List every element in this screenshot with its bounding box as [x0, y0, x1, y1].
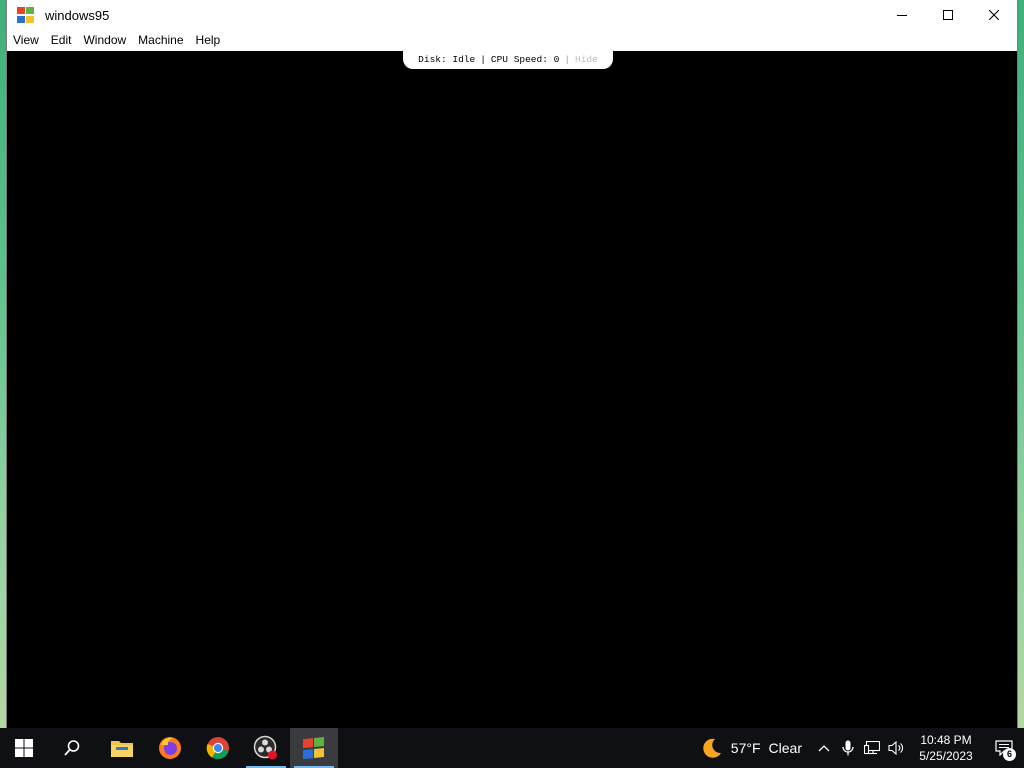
moon-icon [703, 738, 721, 758]
obs-icon [253, 735, 277, 760]
weather-condition: Clear [768, 740, 802, 756]
windows95-logo-icon [17, 7, 35, 23]
microphone-icon [842, 740, 854, 756]
menu-machine[interactable]: Machine [132, 30, 189, 51]
maximize-button[interactable] [925, 0, 971, 30]
system-tray: 57°F Clear 10:48 PM 5/25/2023 6 [701, 728, 1024, 768]
menu-help[interactable]: Help [190, 30, 227, 51]
weather-widget[interactable]: 57°F Clear [701, 737, 802, 759]
show-hidden-icons-button[interactable] [812, 728, 836, 768]
chrome-icon [206, 737, 229, 760]
notification-count-badge: 6 [1003, 748, 1016, 761]
close-icon [989, 10, 999, 20]
firefox-button[interactable] [146, 728, 194, 768]
file-explorer-icon [111, 741, 133, 757]
window-title: windows95 [45, 7, 110, 23]
clock-date: 5/25/2023 [919, 749, 973, 763]
menu-view[interactable]: View [7, 30, 45, 51]
maximize-icon [943, 10, 953, 20]
windows95-app-icon [303, 736, 325, 759]
action-center-button[interactable]: 6 [984, 728, 1024, 768]
file-explorer-button[interactable] [98, 728, 146, 768]
firefox-icon [159, 737, 181, 759]
start-button[interactable] [0, 728, 48, 768]
search-button[interactable] [48, 728, 96, 768]
minimize-icon [897, 15, 907, 16]
windows95-taskbar-button[interactable] [290, 728, 338, 768]
menu-edit[interactable]: Edit [45, 30, 78, 51]
obs-button[interactable] [242, 728, 290, 768]
volume-icon [888, 741, 903, 755]
clock-time: 10:48 PM [920, 733, 972, 747]
windows-start-icon [15, 739, 33, 757]
menu-window[interactable]: Window [77, 30, 132, 51]
network-icon [864, 741, 880, 755]
weather-temperature: 57°F [730, 740, 761, 756]
microphone-button[interactable] [836, 728, 860, 768]
close-button[interactable] [971, 0, 1017, 30]
menu-bar: View Edit Window Machine Help [7, 30, 1017, 51]
title-bar[interactable]: windows95 [7, 0, 1017, 30]
taskbar: 57°F Clear 10:48 PM 5/25/2023 6 [0, 728, 1024, 768]
chrome-button[interactable] [194, 728, 242, 768]
minimize-button[interactable] [879, 0, 925, 30]
emulator-screen[interactable] [7, 51, 1017, 728]
search-icon [64, 740, 80, 756]
clock[interactable]: 10:48 PM 5/25/2023 [908, 732, 984, 764]
app-window: windows95 View Edit Window Machine Help … [7, 0, 1017, 728]
network-button[interactable] [860, 728, 884, 768]
volume-button[interactable] [884, 728, 908, 768]
chevron-up-icon [818, 745, 830, 752]
